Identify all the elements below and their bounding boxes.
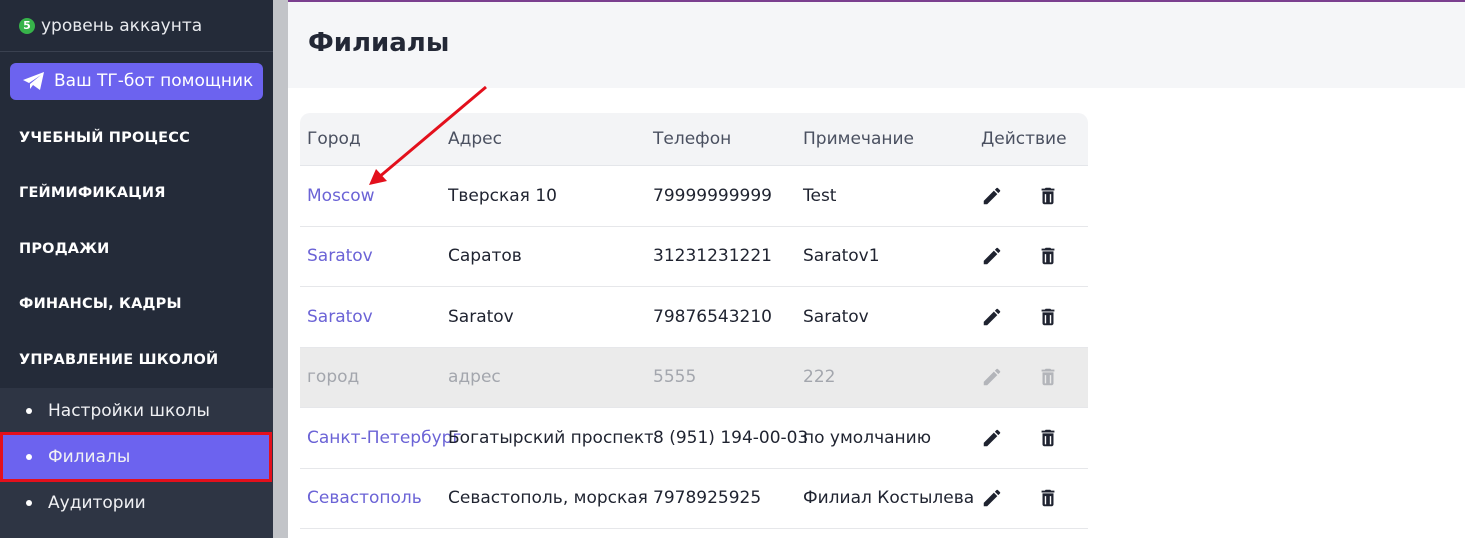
- trash-icon[interactable]: [1037, 245, 1059, 267]
- sidebar-item-classrooms[interactable]: Аудитории: [0, 480, 273, 526]
- phone-cell: 7978925925: [653, 488, 762, 509]
- table-row: Saratov Саратов 31231231221 Saratov1: [300, 227, 1088, 287]
- address-cell: Севастополь, морская 1: [448, 488, 653, 509]
- city-link[interactable]: Севастополь: [307, 488, 422, 508]
- sidebar: 5 уровень аккаунта Ваш ТГ-бот помощник У…: [0, 0, 273, 538]
- bullet-icon: [26, 407, 32, 414]
- account-level-label: уровень аккаунта: [41, 15, 203, 36]
- phone-cell: 31231231221: [653, 246, 772, 267]
- note-cell: по умолчанию: [803, 427, 932, 448]
- trash-icon[interactable]: [1037, 185, 1059, 207]
- tg-button-wrap: Ваш ТГ-бот помощник: [0, 52, 273, 110]
- pencil-icon[interactable]: [981, 427, 1003, 449]
- tg-bot-label: Ваш ТГ-бот помощник: [54, 71, 254, 91]
- trash-icon[interactable]: [1037, 306, 1059, 328]
- nav-section-school-management[interactable]: УПРАВЛЕНИЕ ШКОЛОЙ: [0, 332, 273, 388]
- phone-cell: 5555: [653, 367, 697, 388]
- nav-section-learning[interactable]: УЧЕБНЫЙ ПРОЦЕСС: [0, 110, 273, 166]
- action-cell: [981, 185, 1088, 207]
- annotation-arrow: [369, 85, 487, 185]
- account-level[interactable]: 5 уровень аккаунта: [0, 0, 273, 52]
- address-cell: Saratov: [448, 306, 514, 327]
- phone-cell: 8 (951) 194-00-03: [653, 427, 809, 448]
- header-action: Действие: [981, 129, 1067, 149]
- bullet-icon: [26, 499, 32, 506]
- note-cell: Saratov1: [803, 246, 880, 267]
- tg-bot-button[interactable]: Ваш ТГ-бот помощник: [10, 62, 263, 100]
- address-cell: Саратов: [448, 246, 522, 267]
- address-cell: адрес: [448, 367, 501, 388]
- page-header: Филиалы: [288, 2, 1465, 88]
- table-row: город адрес 5555 222: [300, 347, 1088, 408]
- trash-icon[interactable]: [1037, 427, 1059, 449]
- action-cell: [981, 306, 1088, 328]
- sidebar-scrollbar[interactable]: [273, 0, 288, 538]
- page-title: Филиалы: [308, 28, 450, 58]
- phone-cell: 79999999999: [653, 185, 772, 206]
- note-cell: 222: [803, 367, 836, 388]
- nav-section-finance[interactable]: ФИНАНСЫ, КАДРЫ: [0, 277, 273, 333]
- phone-cell: 79876543210: [653, 306, 772, 327]
- bullet-icon: [26, 453, 32, 460]
- school-management-submenu: Настройки школы Филиалы Аудитории: [0, 387, 273, 538]
- action-cell: [981, 487, 1088, 509]
- trash-icon[interactable]: [1037, 487, 1059, 509]
- pencil-icon[interactable]: [981, 487, 1003, 509]
- nav-section-sales[interactable]: ПРОДАЖИ: [0, 221, 273, 277]
- note-cell: Saratov: [803, 306, 869, 327]
- action-cell: [981, 366, 1088, 388]
- sidebar-item-branches[interactable]: Филиалы: [0, 431, 272, 482]
- sidebar-item-label: Аудитории: [48, 492, 146, 513]
- note-cell: Test: [803, 185, 837, 206]
- trash-icon[interactable]: [1037, 366, 1059, 388]
- city-link[interactable]: город: [307, 367, 359, 387]
- sidebar-item-school-settings[interactable]: Настройки школы: [0, 388, 273, 434]
- sidebar-item-label: Настройки школы: [48, 400, 210, 421]
- header-note: Примечание: [803, 129, 914, 149]
- table-row: Севастополь Севастополь, морская 1 7978925…: [300, 469, 1088, 529]
- table-row: Санкт-Петербург Богатырский проспект 8 (95…: [300, 408, 1088, 469]
- pencil-icon[interactable]: [981, 306, 1003, 328]
- header-phone: Телефон: [653, 129, 732, 149]
- sidebar-item-label: Филиалы: [48, 446, 131, 467]
- action-cell: [981, 427, 1088, 449]
- pencil-icon[interactable]: [981, 366, 1003, 388]
- city-link[interactable]: Saratov: [307, 307, 373, 327]
- city-link[interactable]: Санкт-Петербург: [307, 428, 461, 448]
- action-cell: [981, 245, 1088, 267]
- nav-section-gamification[interactable]: ГЕЙМИФИКАЦИЯ: [0, 166, 273, 222]
- account-level-badge: 5: [19, 17, 35, 34]
- address-cell: Богатырский проспект: [448, 427, 653, 448]
- telegram-icon: [23, 72, 44, 90]
- table-row: Saratov Saratov 79876543210 Saratov: [300, 287, 1088, 348]
- city-link[interactable]: Saratov: [307, 246, 373, 266]
- pencil-icon[interactable]: [981, 185, 1003, 207]
- pencil-icon[interactable]: [981, 245, 1003, 267]
- note-cell: Филиал Костылева: [803, 488, 975, 509]
